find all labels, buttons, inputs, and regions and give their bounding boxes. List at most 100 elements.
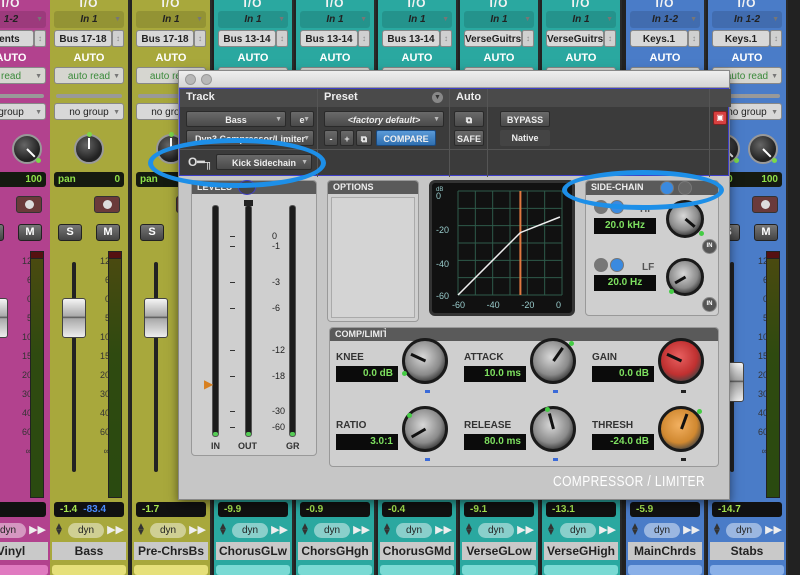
target-plugin-icon[interactable]: ▣ (713, 111, 727, 125)
compare-button[interactable]: COMPARE (376, 130, 436, 146)
mute-button[interactable]: M (754, 224, 778, 241)
insert-slot[interactable]: dyn (68, 523, 104, 538)
thresh-knob[interactable] (658, 406, 704, 452)
track-name[interactable]: VerseGHigh (544, 542, 618, 560)
output-path-icon[interactable]: ↕ (688, 30, 700, 47)
input-selector[interactable]: In 1 (464, 11, 534, 28)
pan-knob[interactable] (748, 134, 778, 164)
hf-in-button[interactable]: IN (702, 239, 717, 254)
levels-options-icon[interactable] (238, 180, 256, 195)
output-path-icon[interactable]: ↕ (358, 30, 370, 47)
insert-scroll-icon[interactable]: ▲ ▼ (546, 522, 556, 538)
volume-readout[interactable]: -1.7 (136, 502, 206, 517)
volume-readout[interactable] (0, 502, 46, 517)
output-selector[interactable]: Bus 13-14 (218, 30, 276, 47)
release-value[interactable]: 80.0 ms (464, 434, 526, 450)
insert-slot[interactable]: dyn (560, 523, 596, 538)
track-name[interactable]: Bass (52, 542, 126, 560)
volume-readout[interactable]: -9.1 (464, 502, 534, 517)
insert-slot[interactable]: dyn (314, 523, 350, 538)
previous-preset-button[interactable]: - (324, 130, 338, 146)
volume-readout[interactable]: -0.4 (382, 502, 452, 517)
copy-settings-icon[interactable]: ⧉ (356, 130, 372, 146)
thresh-value[interactable]: -24.0 dB (592, 434, 654, 450)
automation-window-icon[interactable]: ⧉ (454, 111, 484, 127)
group-selector[interactable]: group (0, 103, 46, 121)
track-name[interactable]: ChorsGHgh (298, 542, 372, 560)
safe-button[interactable]: SAFE (454, 130, 484, 146)
mute-button[interactable]: M (18, 224, 42, 241)
output-selector[interactable]: VerseGuitrs (464, 30, 522, 47)
output-path-icon[interactable]: ↕ (770, 30, 782, 47)
output-clip-indicator[interactable] (244, 200, 253, 206)
sidechain-enable-button[interactable] (660, 181, 674, 195)
send-arrow-icon[interactable]: ▶▶ (599, 523, 616, 536)
track-name[interactable]: VerseGLow (462, 542, 536, 560)
output-path-icon[interactable]: ↕ (440, 30, 452, 47)
input-selector[interactable]: 1-2 (0, 11, 46, 28)
volume-fader[interactable] (62, 298, 86, 338)
insert-slot[interactable]: dyn (478, 523, 514, 538)
insert-slot[interactable]: dyn (150, 523, 186, 538)
automation-mode-selector[interactable]: read (0, 67, 46, 85)
insert-scroll-icon[interactable]: ▲ ▼ (136, 522, 146, 538)
input-selector[interactable]: In 1 (54, 11, 124, 28)
minimize-window-button[interactable] (201, 74, 212, 85)
insert-scroll-icon[interactable]: ▲ ▼ (382, 522, 392, 538)
record-button[interactable] (94, 196, 120, 213)
volume-readout[interactable]: -13.1 (546, 502, 616, 517)
track-letter-selector[interactable]: e (290, 111, 314, 128)
pan-knob[interactable] (74, 132, 104, 164)
volume-readout[interactable]: -9.9 (218, 502, 288, 517)
pan-knob[interactable] (12, 134, 42, 164)
input-selector[interactable]: In 1-2 (630, 11, 700, 28)
lf-in-button[interactable]: IN (702, 297, 717, 312)
fader-track[interactable] (154, 262, 158, 472)
input-selector[interactable]: In 1 (218, 11, 288, 28)
mute-button[interactable]: M (96, 224, 120, 241)
input-level-marker-icon[interactable]: ▶ (204, 377, 213, 391)
insert-slot[interactable]: dyn (0, 523, 26, 538)
send-arrow-icon[interactable]: ▶▶ (107, 523, 124, 536)
fader-track[interactable] (72, 262, 76, 472)
close-window-button[interactable] (185, 74, 196, 85)
insert-scroll-icon[interactable]: ▲ ▼ (300, 522, 310, 538)
output-path-icon[interactable]: ↕ (522, 30, 534, 47)
send-arrow-icon[interactable]: ▶▶ (765, 523, 782, 536)
input-selector[interactable]: In 1 (136, 11, 206, 28)
output-path-icon[interactable]: ↕ (34, 30, 46, 47)
output-selector[interactable]: Bus 13-14 (382, 30, 440, 47)
ratio-knob[interactable] (402, 406, 448, 452)
solo-button[interactable]: S (0, 224, 4, 241)
volume-readout[interactable]: -0.9 (300, 502, 370, 517)
lf-filter-shape-button[interactable] (610, 258, 624, 272)
track-name[interactable]: ChorusGLw (216, 542, 290, 560)
solo-button[interactable]: S (140, 224, 164, 241)
hf-filter-type-button[interactable] (594, 200, 608, 214)
input-selector[interactable]: In 1 (300, 11, 370, 28)
track-name[interactable]: Stabs (710, 542, 784, 560)
insert-slot[interactable]: dyn (396, 523, 432, 538)
send-arrow-icon[interactable]: ▶▶ (29, 523, 46, 536)
track-name[interactable]: Pre-ChrsBs (134, 542, 208, 560)
output-selector[interactable]: VerseGuitrs (546, 30, 604, 47)
output-selector[interactable]: Bus 17-18 (136, 30, 194, 47)
next-preset-button[interactable]: + (340, 130, 354, 146)
pan-readout[interactable]: pan 0 (54, 172, 124, 187)
insert-slot[interactable]: dyn (726, 523, 762, 538)
track-name[interactable]: MainChrds (628, 542, 702, 560)
volume-readout[interactable]: -14.7 (712, 502, 782, 517)
knee-knob[interactable] (402, 338, 448, 384)
volume-readout[interactable]: -5.9 (630, 502, 700, 517)
lf-value[interactable]: 20.0 Hz (594, 275, 656, 291)
sidechain-listen-button[interactable] (678, 181, 692, 195)
insert-scroll-icon[interactable]: ▲ ▼ (630, 522, 640, 538)
output-selector[interactable]: ments (0, 30, 34, 47)
insert-scroll-icon[interactable]: ▲ ▼ (218, 522, 228, 538)
send-arrow-icon[interactable]: ▶▶ (353, 523, 370, 536)
input-selector[interactable]: In 1-2 (712, 11, 782, 28)
send-arrow-icon[interactable]: ▶▶ (271, 523, 288, 536)
attack-knob[interactable] (530, 338, 576, 384)
output-selector[interactable]: Keys.1 (712, 30, 770, 47)
plugin-selector[interactable]: Dyn3 Compressor/Limiter (186, 130, 314, 146)
